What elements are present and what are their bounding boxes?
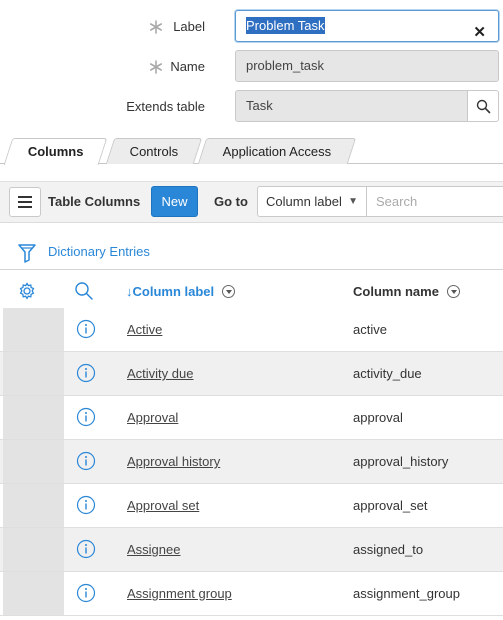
row-select-cell[interactable] — [3, 528, 64, 571]
filter-breadcrumb: Dictionary Entries — [0, 241, 503, 263]
column-label-link[interactable]: Approval — [127, 410, 178, 425]
reference-lookup-button[interactable] — [467, 90, 499, 122]
goto-label: Go to — [214, 194, 248, 209]
column-label-link[interactable]: Active — [127, 322, 162, 337]
column-name-cell: active — [353, 322, 387, 337]
dropdown-caret-icon: ▼ — [348, 196, 358, 207]
breadcrumb-link[interactable]: Dictionary Entries — [48, 244, 150, 259]
goto-selected-value: Column label — [266, 194, 342, 209]
row-select-cell[interactable] — [3, 484, 64, 527]
info-icon[interactable] — [76, 451, 96, 471]
row-select-cell[interactable] — [3, 308, 64, 351]
filter-icon[interactable] — [18, 243, 36, 263]
list-title: Table Columns — [48, 194, 141, 209]
goto-field-select[interactable]: Column label ▼ — [257, 186, 367, 217]
row-select-cell[interactable] — [3, 352, 64, 395]
info-icon[interactable] — [76, 495, 96, 515]
row-select-cell[interactable] — [3, 396, 64, 439]
name-field-row: Name problem_task — [0, 50, 503, 84]
extends-field-caption: Extends table — [126, 99, 205, 114]
column-name-cell: assigned_to — [353, 542, 424, 557]
list-context-menu-button[interactable] — [9, 187, 41, 217]
extends-field-row: Extends table Task — [0, 90, 503, 124]
column-menu-icon[interactable] — [446, 285, 460, 298]
extends-table-input[interactable]: Task — [235, 90, 468, 122]
table-row: Approval approval — [0, 396, 503, 440]
info-icon[interactable] — [76, 363, 96, 383]
column-name-cell: activity_due — [353, 366, 422, 381]
info-icon[interactable] — [76, 407, 96, 427]
search-icon — [476, 99, 490, 113]
row-select-cell[interactable] — [3, 572, 64, 615]
info-icon[interactable] — [76, 583, 96, 603]
column-label-link[interactable]: Activity due — [127, 366, 193, 381]
label-field-caption: Label — [173, 19, 205, 34]
table-row: Active active — [0, 308, 503, 352]
column-label-link[interactable]: Approval history — [127, 454, 220, 469]
column-name-cell: approval_set — [353, 498, 428, 513]
table-row: Assignment group assignment_group — [0, 572, 503, 616]
table-row: Approval set approval_set — [0, 484, 503, 528]
clear-icon[interactable]: ✕ — [473, 18, 486, 48]
list-search-input[interactable]: Search — [366, 186, 503, 217]
tab-application-access[interactable]: Application Access — [197, 138, 357, 164]
info-icon[interactable] — [76, 319, 96, 339]
column-name-cell: approval — [353, 410, 403, 425]
column-label-link[interactable]: Approval set — [127, 498, 199, 513]
table-row: Approval history approval_history — [0, 440, 503, 484]
gear-icon[interactable] — [18, 282, 36, 300]
column-label-link[interactable]: Assignee — [127, 542, 180, 557]
column-name-cell: assignment_group — [353, 586, 460, 601]
table-row: Assignee assigned_to — [0, 528, 503, 572]
tab-columns[interactable]: Columns — [3, 138, 108, 165]
related-lists-tabs: Columns Controls Application Access — [0, 138, 503, 165]
hamburger-icon — [18, 196, 32, 208]
name-input[interactable]: problem_task — [235, 50, 499, 82]
table-row: Activity due activity_due — [0, 352, 503, 396]
search-icon[interactable] — [74, 281, 94, 301]
label-input-value: Problem Task — [246, 17, 325, 34]
table-body: Active active Activity due activity_due … — [0, 308, 503, 616]
column-label-link[interactable]: Assignment group — [127, 586, 232, 601]
tab-controls[interactable]: Controls — [105, 138, 203, 164]
column-name-cell: approval_history — [353, 454, 449, 469]
required-icon — [149, 20, 162, 34]
table-header: ↓Column label Column name — [0, 269, 503, 309]
name-field-caption: Name — [170, 59, 205, 74]
new-button[interactable]: New — [151, 186, 198, 217]
column-label-header[interactable]: ↓Column label — [126, 283, 236, 299]
label-input[interactable]: Problem Task ✕ — [235, 10, 499, 42]
row-select-cell[interactable] — [3, 440, 64, 483]
label-field-row: Label Problem Task ✕ — [0, 10, 503, 44]
info-icon[interactable] — [76, 539, 96, 559]
column-menu-icon[interactable] — [222, 285, 236, 298]
list-toolbar: Table Columns New Go to Column label ▼ S… — [0, 181, 503, 223]
column-name-header[interactable]: Column name — [353, 283, 460, 299]
required-icon — [149, 60, 162, 74]
